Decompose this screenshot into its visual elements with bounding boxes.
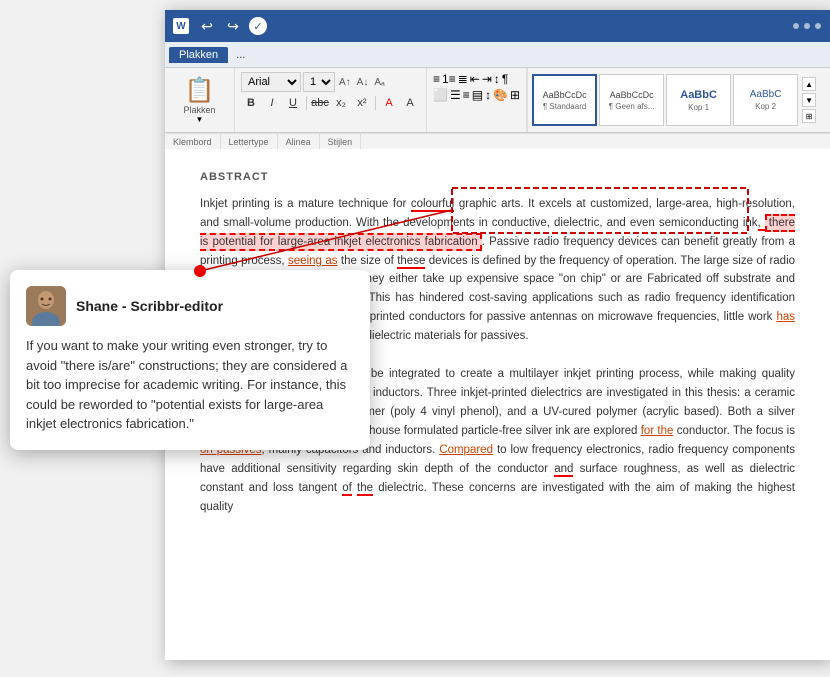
link-compared: Compared <box>439 444 493 456</box>
style-label-kop2: Kop 2 <box>755 102 776 111</box>
word-and2: and <box>554 463 573 477</box>
style-label-kop1: Kop 1 <box>688 103 709 112</box>
justify-btn[interactable]: ▤ <box>472 88 483 102</box>
styles-scroll-down[interactable]: ▼ <box>802 93 816 107</box>
paste-label: Plakken <box>183 105 215 115</box>
klembord-label: Klembord <box>165 134 221 149</box>
link-for-the: for the <box>641 425 674 437</box>
multilevel-btn[interactable]: ≣ <box>458 72 468 86</box>
word-icon: W <box>173 18 189 34</box>
align-left-btn[interactable]: ⬜ <box>433 88 448 102</box>
annotation-dash: , <box>758 217 765 231</box>
word-these: these <box>397 255 425 269</box>
line-spacing-btn[interactable]: ↕ <box>485 88 491 102</box>
style-kop2[interactable]: AaBbC Kop 2 <box>733 74 798 126</box>
highlighted-phrase: there is potential for large-area inkjet… <box>200 214 795 251</box>
align-right-btn[interactable]: ≡ <box>463 88 470 102</box>
style-label-geen: ¶ Geen afs... <box>609 102 655 111</box>
borders-btn[interactable]: ⊞ <box>510 88 520 102</box>
word-colourful: colourful <box>411 198 454 212</box>
comment-author: Shane - Scribbr-editor <box>76 298 223 314</box>
word-the2: the <box>357 482 373 496</box>
highlight-button[interactable]: A <box>379 94 399 112</box>
title-controls: ↩ ↪ ✓ <box>197 16 267 36</box>
superscript-button[interactable]: x² <box>352 94 372 112</box>
tab-plakken[interactable]: Plakken <box>169 47 228 63</box>
font-size-select[interactable]: 10 <box>303 72 335 92</box>
alinea-label: Alinea <box>278 134 320 149</box>
comment-header: Shane - Scribbr-editor <box>26 286 354 326</box>
font-family-select[interactable]: Arial <box>241 72 301 92</box>
style-preview-kop1: AaBbC <box>680 89 717 101</box>
italic-button[interactable]: I <box>262 94 282 112</box>
style-standaard[interactable]: AaBbCcDc ¶ Standaard <box>532 74 597 126</box>
bold-button[interactable]: B <box>241 94 261 112</box>
style-label-standaard: ¶ Standaard <box>543 102 586 111</box>
bullets-btn[interactable]: ≡ <box>433 72 440 86</box>
abstract-title: ABSTRACT <box>200 169 795 187</box>
ribbon-main: 📋 Plakken ▼ Arial 10 A↑ A↓ Aₐ <box>165 68 830 133</box>
styles-scroll: ▲ ▼ ⊞ <box>800 75 818 125</box>
redo-button[interactable]: ↪ <box>223 16 243 36</box>
styles-section: AaBbCcDc ¶ Standaard AaBbCcDc ¶ Geen afs… <box>527 68 822 132</box>
title-dot <box>815 23 821 29</box>
check-button[interactable]: ✓ <box>249 17 267 35</box>
clear-format-btn[interactable]: Aₐ <box>372 77 386 88</box>
lettertype-label: Lettertype <box>221 134 278 149</box>
ribbon-area: Plakken ... 📋 Plakken ▼ Arial 10 <box>165 42 830 149</box>
style-preview-standaard: AaBbCcDc <box>543 90 587 100</box>
tab-other[interactable]: ... <box>230 47 251 63</box>
title-dot <box>793 23 799 29</box>
format-separator <box>306 96 307 110</box>
annotation-red-dot <box>194 265 206 277</box>
undo-button[interactable]: ↩ <box>197 16 217 36</box>
styles-expand[interactable]: ⊞ <box>802 109 816 123</box>
styles-scroll-up[interactable]: ▲ <box>802 77 816 91</box>
title-bar: W ↩ ↪ ✓ <box>165 10 830 42</box>
link-seeing-as: seeing as <box>288 255 337 267</box>
style-preview-geen: AaBbCcDc <box>610 90 654 100</box>
shading-btn[interactable]: 🎨 <box>493 88 508 102</box>
title-dot <box>804 23 810 29</box>
style-preview-kop2: AaBbC <box>750 89 782 100</box>
formatting-section: Arial 10 A↑ A↓ Aₐ B I U abc x₂ x² <box>235 68 427 132</box>
comment-bubble: Shane - Scribbr-editor If you want to ma… <box>10 270 370 450</box>
style-kop1[interactable]: AaBbC Kop 1 <box>666 74 731 126</box>
sort-btn[interactable]: ↕ <box>494 72 500 86</box>
paste-arrow: ▼ <box>196 115 204 124</box>
section-labels: Klembord Lettertype Alinea Stijlen <box>165 133 830 149</box>
show-marks-btn[interactable]: ¶ <box>502 72 508 86</box>
shrink-font-btn[interactable]: A↓ <box>355 77 371 88</box>
underline-button[interactable]: U <box>283 94 303 112</box>
grow-font-btn[interactable]: A↑ <box>337 77 353 88</box>
style-geen-afstand[interactable]: AaBbCcDc ¶ Geen afs... <box>599 74 664 126</box>
numbering-btn[interactable]: 1≡ <box>442 72 456 86</box>
increase-indent-btn[interactable]: ⇥ <box>482 72 492 86</box>
subscript-button[interactable]: x₂ <box>331 94 351 112</box>
paragraph-section: ≡ 1≡ ≣ ⇤ ⇥ ↕ ¶ ⬜ ☰ ≡ ▤ ↕ 🎨 ⊞ <box>427 68 527 132</box>
ribbon-klembord: 📋 Plakken ▼ <box>165 68 235 132</box>
stijlen-label: Stijlen <box>320 134 362 149</box>
paste-icon[interactable]: 📋 <box>185 76 215 105</box>
comment-text: If you want to make your writing even st… <box>26 336 354 434</box>
word-of: of <box>342 482 352 496</box>
decrease-indent-btn[interactable]: ⇤ <box>470 72 480 86</box>
strikethrough-button[interactable]: abc <box>310 94 330 112</box>
font-color-button[interactable]: A <box>400 94 420 112</box>
comment-avatar <box>26 286 66 326</box>
align-center-btn[interactable]: ☰ <box>450 88 461 102</box>
format-separator <box>375 96 376 110</box>
